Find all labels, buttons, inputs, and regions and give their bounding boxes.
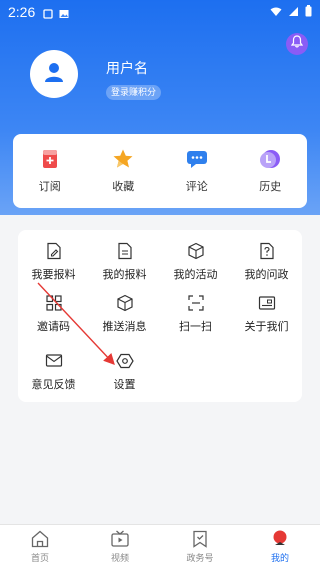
qr-grid-icon (45, 294, 63, 312)
username-label[interactable]: 用户名 (106, 58, 148, 78)
about-card-icon (258, 294, 276, 312)
tab-label: 政务号 (186, 553, 214, 563)
tab-label: 首页 (30, 553, 49, 563)
history-icon (259, 148, 281, 170)
tab-mine[interactable]: 我的 (240, 525, 320, 568)
bottom-tab-bar: 首页 视频 政务号 我的 (0, 524, 320, 568)
subscribe-icon (39, 148, 61, 170)
quick-action-label: 订阅 (38, 181, 61, 193)
menu-item-label: 邀请码 (37, 321, 70, 333)
menu-item-push-messages[interactable]: 推送消息 (89, 286, 160, 334)
settings-hex-icon (115, 352, 134, 370)
menu-item-feedback[interactable]: 意见反馈 (18, 344, 89, 392)
cellular-signal-icon (288, 5, 299, 20)
menu-item-my-activities[interactable]: 我的活动 (160, 234, 231, 282)
question-doc-icon (258, 242, 276, 260)
report-edit-icon (45, 242, 63, 260)
notification-square-icon (43, 7, 53, 19)
quick-action-comments[interactable]: 评论 (160, 134, 234, 208)
my-report-icon (116, 242, 134, 260)
services-menu-card: 我要报料 我的报料 我的活动 我的问政 邀请码 推送消息 扫一扫 关于我们 意见… (18, 230, 302, 402)
menu-item-about-us[interactable]: 关于我们 (231, 286, 302, 334)
bell-icon (290, 35, 304, 53)
menu-item-label: 关于我们 (244, 321, 289, 333)
star-icon (112, 148, 134, 170)
bookmark-flag-icon (190, 529, 210, 549)
menu-item-label: 设置 (113, 379, 136, 391)
menu-item-label: 我的问政 (244, 269, 289, 281)
push-cube-icon (116, 294, 134, 312)
menu-item-label: 我的活动 (173, 269, 218, 281)
tab-home[interactable]: 首页 (0, 525, 80, 568)
status-right-group (270, 4, 312, 20)
menu-item-submit-report[interactable]: 我要报料 (18, 234, 89, 282)
notification-bell-button[interactable] (286, 33, 308, 55)
menu-item-scan[interactable]: 扫一扫 (160, 286, 231, 334)
menu-item-label: 我的报料 (102, 269, 147, 281)
tab-label: 视频 (110, 553, 129, 563)
scan-icon (187, 294, 205, 312)
comment-icon (186, 148, 208, 170)
menu-item-label: 扫一扫 (179, 321, 212, 333)
menu-item-label: 推送消息 (102, 321, 147, 333)
menu-item-my-reports[interactable]: 我的报料 (89, 234, 160, 282)
menu-item-invite-code[interactable]: 邀请码 (18, 286, 89, 334)
tab-gov-accounts[interactable]: 政务号 (160, 525, 240, 568)
menu-item-label: 我要报料 (31, 269, 76, 281)
wifi-icon (270, 5, 282, 20)
quick-action-subscribe[interactable]: 订阅 (13, 134, 87, 208)
menu-item-label: 意见反馈 (31, 379, 76, 391)
tab-label: 我的 (270, 553, 289, 563)
activity-cube-icon (187, 242, 205, 260)
video-tv-icon (110, 529, 130, 549)
image-icon (59, 7, 69, 18)
quick-action-label: 评论 (185, 181, 208, 193)
profile-pin-icon (270, 529, 290, 549)
login-points-badge[interactable]: 登录赚积分 (106, 85, 162, 100)
quick-action-history[interactable]: 历史 (234, 134, 308, 208)
menu-item-settings[interactable]: 设置 (89, 344, 160, 392)
status-bar: 2:26 (0, 0, 320, 24)
quick-action-label: 收藏 (112, 181, 135, 193)
user-silhouette-icon (43, 61, 65, 88)
tab-video[interactable]: 视频 (80, 525, 160, 568)
feedback-mail-icon (45, 352, 63, 370)
status-time: 2:26 (8, 4, 36, 20)
battery-icon (305, 4, 312, 20)
home-icon (30, 529, 50, 549)
avatar[interactable] (30, 50, 78, 98)
quick-action-favorites[interactable]: 收藏 (87, 134, 161, 208)
quick-actions-card: 订阅 收藏 评论 历史 (13, 134, 307, 208)
quick-action-label: 历史 (259, 181, 282, 193)
menu-item-my-inquiries[interactable]: 我的问政 (231, 234, 302, 282)
